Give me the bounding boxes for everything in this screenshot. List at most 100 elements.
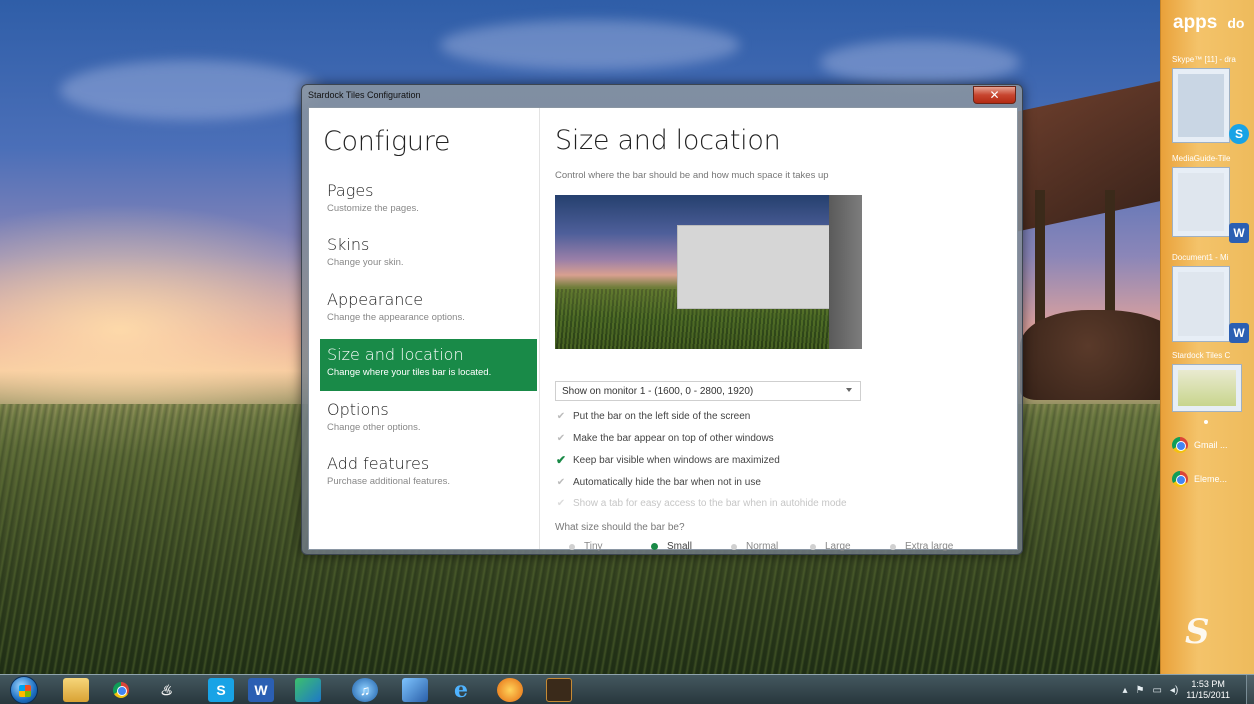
- title-bar[interactable]: Stardock Tiles Configuration ✕: [302, 85, 1022, 107]
- main-panel: Size and location Control where the bar …: [540, 108, 1019, 552]
- tile-thumbnail-document1[interactable]: [1172, 266, 1230, 342]
- radio-dot: [569, 543, 575, 550]
- chrome-icon: [1172, 471, 1188, 487]
- stardock-logo-icon[interactable]: S: [1185, 612, 1210, 652]
- tile-gmail[interactable]: Gmail ...: [1172, 437, 1228, 453]
- sidebar-item-title: Add features: [327, 454, 430, 473]
- tile-label: Document1 - Mi: [1172, 253, 1229, 262]
- tile-elements[interactable]: Eleme...: [1172, 471, 1227, 487]
- size-option-normal[interactable]: Normal: [731, 541, 778, 552]
- start-button[interactable]: [10, 676, 38, 704]
- checkbox-label: Automatically hide the bar when not in u…: [573, 476, 761, 488]
- sidebar-item-title: Pages: [327, 181, 374, 200]
- check-icon: ✔: [556, 410, 566, 422]
- tiles-tab-docs[interactable]: do: [1227, 15, 1244, 31]
- clock-time: 1:53 PM: [1191, 679, 1225, 689]
- tiles-tab-apps[interactable]: apps: [1173, 12, 1217, 33]
- sidebar-item-title: Size and location: [327, 345, 464, 364]
- tile-label: Stardock Tiles C: [1172, 351, 1231, 360]
- page-subtitle: Control where the bar should be and how …: [555, 170, 829, 181]
- show-desktop-button[interactable]: [1246, 675, 1254, 704]
- checkbox-on-top[interactable]: ✔ Make the bar appear on top of other wi…: [555, 430, 774, 446]
- skype-icon[interactable]: S: [208, 678, 234, 702]
- internet-explorer-icon[interactable]: e: [448, 677, 474, 703]
- monitor-select-value: Show on monitor 1 - (1600, 0 - 2800, 192…: [562, 386, 754, 397]
- sidebar-item-pages[interactable]: Pages Customize the pages.: [320, 175, 537, 227]
- size-option-large[interactable]: Large: [810, 541, 851, 552]
- window-title: Stardock Tiles Configuration: [308, 90, 421, 100]
- tile-thumbnail-stardock[interactable]: [1172, 364, 1242, 412]
- paint-icon[interactable]: [295, 678, 321, 702]
- radio-dot: [810, 543, 816, 550]
- volume-icon[interactable]: ◂): [1170, 685, 1178, 696]
- size-option-label: Large: [825, 541, 851, 552]
- tile-thumbnail-content: [1178, 272, 1224, 336]
- sidebar-item-title: Skins: [327, 235, 370, 254]
- window-content: Configure Pages Customize the pages. Ski…: [308, 107, 1019, 552]
- sidebar-item-desc: Purchase additional features.: [327, 476, 451, 487]
- tile-thumbnail-skype[interactable]: [1172, 68, 1230, 143]
- sidebar-item-options[interactable]: Options Change other options.: [320, 394, 537, 446]
- checkbox-keep-visible[interactable]: ✔ Keep bar visible when windows are maxi…: [555, 452, 780, 468]
- sidebar-item-desc: Change where your tiles bar is located.: [327, 367, 492, 378]
- sidebar-item-add-features[interactable]: Add features Purchase additional feature…: [320, 448, 537, 500]
- tile-thumbnail-content: [1178, 74, 1224, 137]
- sidebar-item-desc: Change the appearance options.: [327, 312, 465, 323]
- virtualbox-icon[interactable]: [402, 678, 428, 702]
- chrome-icon: [1172, 437, 1188, 453]
- network-icon[interactable]: ▭: [1152, 685, 1161, 696]
- skype-icon: S: [1229, 124, 1249, 144]
- checkbox-left-side[interactable]: ✔ Put the bar on the left side of the sc…: [555, 408, 751, 424]
- radio-dot: [651, 543, 658, 550]
- chevron-down-icon: [846, 388, 852, 392]
- sky-cloud: [440, 20, 740, 70]
- monitor-select[interactable]: Show on monitor 1 - (1600, 0 - 2800, 192…: [555, 381, 861, 401]
- close-button[interactable]: ✕: [973, 86, 1016, 104]
- sidebar-item-title: Appearance: [327, 290, 424, 309]
- word-icon: W: [1229, 223, 1249, 243]
- sidebar-item-appearance[interactable]: Appearance Change the appearance options…: [320, 284, 537, 336]
- flag-icon[interactable]: ⚑: [1136, 685, 1145, 696]
- chrome-icon[interactable]: [108, 678, 134, 702]
- size-option-label: Normal: [746, 541, 779, 552]
- sidebar: Configure Pages Customize the pages. Ski…: [309, 108, 539, 549]
- size-option-tiny[interactable]: Tiny: [569, 541, 603, 552]
- preview-tiles-bar: [829, 195, 862, 349]
- sidebar-item-size-and-location[interactable]: Size and location Change where your tile…: [320, 339, 537, 391]
- tile-thumbnail-content: [1178, 173, 1224, 231]
- tile-thumbnail-content: [1178, 370, 1236, 406]
- check-icon: ✔: [556, 476, 566, 488]
- clock-date: 11/15/2011: [1186, 690, 1230, 700]
- preview-window: [677, 225, 847, 309]
- java-icon[interactable]: ♨: [153, 678, 179, 702]
- check-icon: ✔: [555, 453, 567, 467]
- checkbox-show-tab: ✔ Show a tab for easy access to the bar …: [555, 495, 847, 511]
- word-icon: W: [1229, 323, 1249, 343]
- size-option-label: Small: [667, 541, 693, 552]
- chevron-up-icon[interactable]: ▴: [1122, 685, 1127, 696]
- tile-label: Skype™ [11] - dra: [1172, 55, 1236, 64]
- tiles-bar: apps do Skype™ [11] - dra S MediaGuide-Ti…: [1160, 0, 1254, 674]
- sidebar-item-title: Options: [327, 400, 389, 419]
- tiles-bar-tabs: apps do: [1173, 12, 1244, 34]
- checkbox-label: Show a tab for easy access to the bar wh…: [573, 497, 847, 509]
- app-icon[interactable]: [546, 678, 572, 702]
- clock[interactable]: 1:53 PM 11/15/2011: [1186, 679, 1230, 701]
- radio-dot: [731, 543, 737, 550]
- settings-icon[interactable]: [497, 678, 523, 702]
- system-tray: ▴ ⚑ ▭ ◂) 1:53 PM 11/15/2011: [1122, 675, 1246, 704]
- size-option-small[interactable]: Small: [651, 541, 692, 552]
- checkbox-autohide[interactable]: ✔ Automatically hide the bar when not in…: [555, 474, 761, 490]
- word-icon[interactable]: W: [248, 678, 274, 702]
- sidebar-item-desc: Customize the pages.: [327, 203, 419, 214]
- sky-cloud: [820, 40, 1020, 85]
- size-option-extra-large[interactable]: Extra large: [890, 541, 953, 552]
- sidebar-item-skins[interactable]: Skins Change your skin.: [320, 229, 537, 281]
- windows-explorer-icon[interactable]: [63, 678, 89, 702]
- checkbox-label: Put the bar on the left side of the scre…: [573, 410, 751, 422]
- itunes-icon[interactable]: ♫: [352, 678, 378, 702]
- tile-label: MediaGuide-Tile: [1172, 154, 1231, 163]
- tile-thumbnail-mediaguide[interactable]: [1172, 167, 1230, 237]
- radio-dot: [890, 543, 896, 550]
- taskbar: ♨ S W ♫ e ▴ ⚑ ▭ ◂) 1:53 PM 11/15/2011: [0, 674, 1254, 704]
